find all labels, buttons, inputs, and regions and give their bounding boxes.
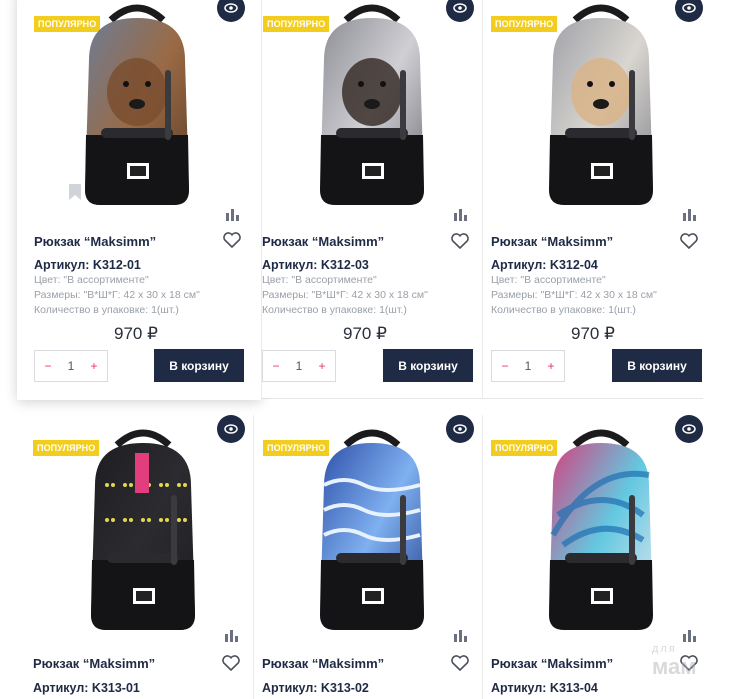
qty-plus-button[interactable]: + bbox=[316, 359, 328, 373]
quantity-stepper[interactable]: − 1 + bbox=[262, 350, 336, 382]
add-to-cart-button[interactable]: В корзину bbox=[612, 349, 702, 382]
add-to-cart-button[interactable]: В корзину bbox=[154, 349, 244, 382]
product-image[interactable] bbox=[284, 0, 460, 210]
row-divider bbox=[262, 398, 703, 399]
quantity-stepper[interactable]: − 1 + bbox=[491, 350, 565, 382]
qty-value[interactable]: 1 bbox=[525, 359, 532, 373]
bar-chart-icon[interactable] bbox=[454, 629, 468, 642]
heart-outline-icon[interactable] bbox=[451, 233, 469, 250]
bar-chart-icon[interactable] bbox=[454, 208, 468, 221]
product-image[interactable] bbox=[55, 425, 231, 635]
product-color: Цвет: "В ассортименте" bbox=[34, 274, 149, 286]
product-image[interactable] bbox=[513, 425, 689, 635]
product-card[interactable]: Популярно Рюкзак “Maksimm” Артикул: K313… bbox=[33, 415, 253, 699]
qty-minus-button[interactable]: − bbox=[42, 359, 54, 373]
qty-value[interactable]: 1 bbox=[296, 359, 303, 373]
column-divider bbox=[253, 415, 254, 699]
product-image[interactable] bbox=[49, 0, 225, 210]
product-article: Артикул: K312-03 bbox=[262, 258, 369, 272]
column-divider bbox=[482, 415, 483, 699]
product-image[interactable] bbox=[513, 0, 689, 210]
product-card[interactable]: Популярно Рюкзак “Maksimm” Артикул: K312… bbox=[491, 0, 711, 398]
product-title[interactable]: Рюкзак “Maksimm” bbox=[491, 656, 613, 671]
bar-chart-icon[interactable] bbox=[226, 208, 240, 221]
qty-minus-button[interactable]: − bbox=[499, 359, 511, 373]
site-watermark: для мам bbox=[652, 640, 697, 679]
product-article: Артикул: K313-04 bbox=[491, 681, 598, 695]
product-color: Цвет: "В ассортименте" bbox=[491, 274, 606, 286]
quantity-stepper[interactable]: − 1 + bbox=[34, 350, 108, 382]
product-price: 970 ₽ bbox=[571, 324, 615, 343]
bar-chart-icon[interactable] bbox=[225, 629, 239, 642]
bar-chart-icon[interactable] bbox=[683, 208, 697, 221]
column-divider bbox=[482, 0, 483, 398]
qty-value[interactable]: 1 bbox=[68, 359, 75, 373]
product-card[interactable]: Популярно Рюкзак “Maksimm” Артикул: K313… bbox=[262, 415, 482, 699]
product-article: Артикул: K312-04 bbox=[491, 258, 598, 272]
product-pack: Количество в упаковке: 1(шт.) bbox=[34, 304, 179, 316]
qty-minus-button[interactable]: − bbox=[270, 359, 282, 373]
product-title[interactable]: Рюкзак “Maksimm” bbox=[33, 656, 155, 671]
product-image[interactable] bbox=[284, 425, 460, 635]
heart-outline-icon[interactable] bbox=[223, 232, 241, 249]
watermark-big: мам bbox=[652, 654, 697, 679]
heart-outline-icon[interactable] bbox=[451, 655, 469, 672]
product-card[interactable]: Популярно Рюкзак “Maksimm” Артикул: K312… bbox=[17, 0, 261, 400]
product-article: Артикул: K312-01 bbox=[34, 258, 141, 272]
product-size: Размеры: "В*Ш*Г: 42 х 30 х 18 см" bbox=[491, 289, 657, 301]
qty-plus-button[interactable]: + bbox=[545, 359, 557, 373]
product-title[interactable]: Рюкзак “Maksimm” bbox=[491, 234, 613, 249]
product-article: Артикул: K313-01 bbox=[33, 681, 140, 695]
product-size: Размеры: "В*Ш*Г: 42 х 30 х 18 см" bbox=[34, 289, 200, 301]
product-article: Артикул: K313-02 bbox=[262, 681, 369, 695]
product-price: 970 ₽ bbox=[343, 324, 387, 343]
product-title[interactable]: Рюкзак “Maksimm” bbox=[262, 234, 384, 249]
bookmark-icon bbox=[67, 183, 83, 201]
product-pack: Количество в упаковке: 1(шт.) bbox=[262, 304, 407, 316]
heart-outline-icon[interactable] bbox=[680, 233, 698, 250]
product-size: Размеры: "В*Ш*Г: 42 х 30 х 18 см" bbox=[262, 289, 428, 301]
product-title[interactable]: Рюкзак “Maksimm” bbox=[262, 656, 384, 671]
product-pack: Количество в упаковке: 1(шт.) bbox=[491, 304, 636, 316]
product-color: Цвет: "В ассортименте" bbox=[262, 274, 377, 286]
product-title[interactable]: Рюкзак “Maksimm” bbox=[34, 234, 156, 249]
heart-outline-icon[interactable] bbox=[222, 655, 240, 672]
qty-plus-button[interactable]: + bbox=[88, 359, 100, 373]
product-card[interactable]: Популярно Рюкзак “Maksimm” Артикул: K312… bbox=[262, 0, 482, 398]
add-to-cart-button[interactable]: В корзину bbox=[383, 349, 473, 382]
product-price: 970 ₽ bbox=[114, 324, 158, 343]
